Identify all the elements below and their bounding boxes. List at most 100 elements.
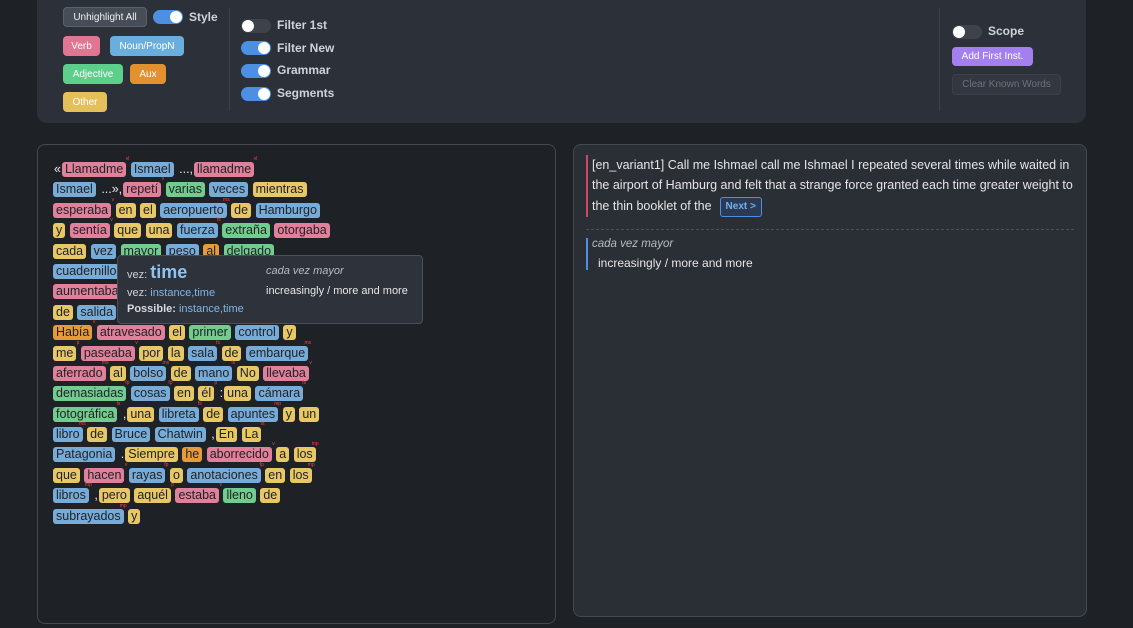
filter-first-toggle[interactable] <box>241 19 271 33</box>
next-button[interactable]: Next > <box>719 196 762 217</box>
word-token[interactable]: paseaba v <box>80 340 138 361</box>
word-token[interactable]: aquél p <box>134 483 174 504</box>
word-token[interactable]: por <box>139 345 164 361</box>
word-token[interactable]: estaba v <box>175 483 222 504</box>
word-token[interactable]: sentía v <box>69 218 113 239</box>
word-token[interactable]: cámara fs <box>255 381 306 402</box>
word-token[interactable]: repetí v <box>123 177 164 198</box>
add-first-instance-button[interactable]: Add First Inst. <box>952 47 1033 66</box>
word-token[interactable]: que <box>114 223 142 239</box>
word-token[interactable]: y <box>53 223 66 239</box>
word-token[interactable]: en <box>115 202 136 218</box>
word-token[interactable]: de <box>53 304 73 320</box>
grammar-toggle[interactable] <box>241 64 271 78</box>
word-token[interactable]: lleno <box>223 488 256 504</box>
word-token[interactable]: una <box>224 386 251 402</box>
word-token[interactable]: y <box>282 406 295 422</box>
scope-toggle[interactable] <box>952 25 982 39</box>
word-token[interactable]: libro ms <box>53 422 86 443</box>
word-token[interactable]: libreta fs <box>158 401 202 422</box>
word-token[interactable]: extraña <box>222 223 270 239</box>
word-token[interactable]: sala fs <box>188 340 220 361</box>
word-token[interactable]: Hamburgo <box>255 202 320 219</box>
word-token[interactable]: él p <box>198 381 217 402</box>
word-token[interactable]: esperaba v <box>53 197 114 218</box>
word-token[interactable]: en <box>265 467 286 483</box>
word-token[interactable]: fotográfica fs <box>53 401 120 422</box>
word-token[interactable]: bolso ms <box>130 360 169 381</box>
word-token[interactable]: Patagonia <box>53 447 116 463</box>
word-token[interactable]: Ismael <box>53 182 96 198</box>
word-token[interactable]: los mp <box>293 442 319 463</box>
word-token[interactable]: aeropuerto ms <box>160 197 230 218</box>
word-token[interactable]: de <box>260 488 281 504</box>
adjective-filter-button[interactable]: Adjective <box>63 64 123 84</box>
word-token[interactable]: rayas fp <box>128 462 168 483</box>
word-token[interactable]: Bruce <box>111 427 151 443</box>
word-token[interactable]: cuadernillo <box>53 263 120 279</box>
word-token[interactable]: y <box>128 508 141 524</box>
word-token[interactable]: aferrado ms <box>53 360 109 381</box>
word-token[interactable]: o <box>169 467 183 483</box>
word-token[interactable]: el <box>169 325 185 341</box>
word-token[interactable]: vez <box>90 243 117 260</box>
word-token[interactable]: En <box>215 427 238 443</box>
word-token[interactable]: de <box>170 365 191 381</box>
word-token[interactable]: aumentaba <box>53 284 122 300</box>
word-token[interactable]: anotaciones fp <box>187 462 264 483</box>
word-token[interactable]: La fs <box>241 422 264 443</box>
word-token[interactable]: cosas fp <box>130 381 173 402</box>
word-token[interactable]: varias <box>165 182 205 198</box>
other-filter-button[interactable]: Other <box>63 92 107 112</box>
word-token[interactable]: cada <box>53 243 87 259</box>
word-token[interactable]: la <box>167 345 184 361</box>
filter-new-toggle[interactable] <box>241 41 271 55</box>
word-token[interactable]: fuerza fs <box>176 218 221 239</box>
word-token[interactable]: Había v <box>53 320 95 341</box>
aux-filter-button[interactable]: Aux <box>130 64 166 84</box>
word-token[interactable]: Llamadme vl <box>61 157 129 177</box>
word-token[interactable]: al <box>110 365 126 381</box>
word-token[interactable]: Siempre <box>125 447 178 463</box>
word-token[interactable]: primer <box>189 325 231 341</box>
noun-filter-button[interactable]: Noun/PropN <box>110 36 184 56</box>
word-token[interactable]: pero <box>98 488 130 504</box>
segments-toggle[interactable] <box>241 87 271 101</box>
word-token[interactable]: en <box>174 386 194 402</box>
word-token[interactable]: mientras <box>252 182 307 198</box>
word-token[interactable]: controlms <box>235 320 282 341</box>
word-token[interactable]: y <box>283 325 296 341</box>
word-token[interactable]: llamadme vl <box>194 157 257 177</box>
word-token[interactable]: aborrecido v <box>206 442 275 463</box>
word-token[interactable]: Chatwin <box>154 427 206 443</box>
word-token[interactable]: una <box>127 406 155 422</box>
word-token[interactable]: el <box>140 202 156 219</box>
word-token[interactable]: que <box>53 467 80 483</box>
word-token[interactable]: mano fs <box>195 360 235 381</box>
word-token[interactable]: otorgaba <box>274 223 330 239</box>
word-token[interactable]: a <box>276 447 290 463</box>
word-token[interactable]: Ismael <box>130 162 174 177</box>
verb-filter-button[interactable]: Verb <box>63 36 100 56</box>
word-token[interactable]: los mp <box>289 462 315 483</box>
word-token[interactable]: de <box>221 345 242 361</box>
clear-known-words-button[interactable]: Clear Known Words <box>952 74 1061 95</box>
word-token[interactable]: demasiadas fp <box>53 381 129 402</box>
word-token[interactable]: me p <box>53 340 79 361</box>
word-token[interactable]: apuntes mp <box>227 401 281 422</box>
word-token[interactable]: libros mp <box>53 483 92 504</box>
word-token[interactable]: un <box>299 406 320 422</box>
unhighlight-all-button[interactable]: Unhighlight All <box>63 7 147 27</box>
word-token[interactable]: atravesadov <box>96 320 168 341</box>
word-token[interactable]: de <box>87 427 108 443</box>
style-toggle[interactable] <box>153 10 183 24</box>
word-token[interactable]: llevaba v <box>263 360 312 381</box>
word-token[interactable]: he <box>182 447 203 463</box>
word-token[interactable]: embarque ms <box>245 340 311 361</box>
word-token[interactable]: hacen v <box>84 462 127 483</box>
word-token[interactable]: subrayados mp <box>53 503 127 524</box>
word-token[interactable]: de <box>203 406 224 422</box>
word-token[interactable]: salida <box>77 304 117 320</box>
word-token[interactable]: veces <box>209 182 249 198</box>
word-token[interactable]: No <box>236 365 259 381</box>
